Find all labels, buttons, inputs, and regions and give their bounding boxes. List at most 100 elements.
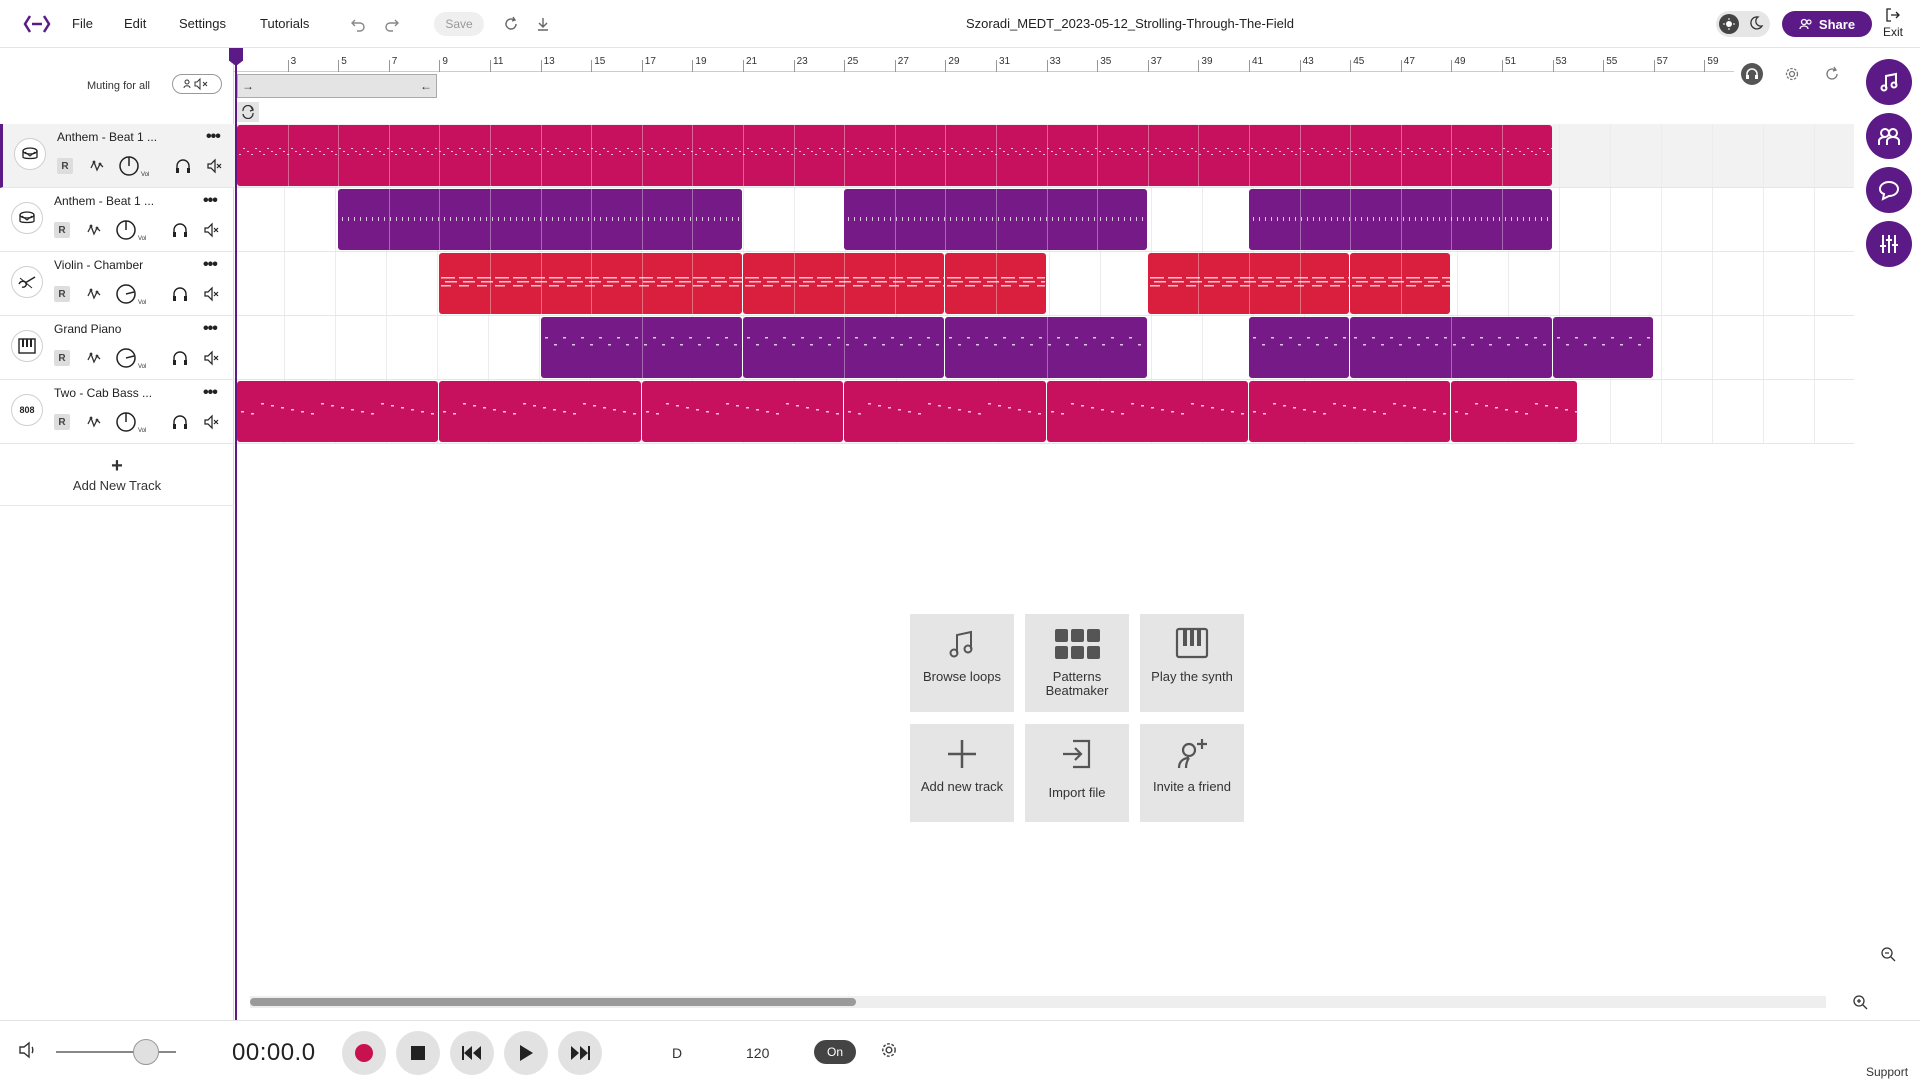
audio-clip[interactable]	[1249, 381, 1451, 442]
undo-icon[interactable]	[347, 13, 369, 35]
track-header[interactable]: 808 Two - Cab Bass ... ••• R Vol	[0, 380, 234, 444]
track-header[interactable]: Violin - Chamber ••• R Vol	[0, 252, 234, 316]
violin-icon[interactable]	[11, 266, 43, 298]
headphones-solo-icon[interactable]	[170, 412, 190, 432]
browse-loops-tile[interactable]: Browse loops	[910, 614, 1014, 712]
track-lane[interactable]	[234, 252, 1854, 316]
drum-icon[interactable]	[11, 202, 43, 234]
more-options-icon[interactable]: •••	[203, 256, 218, 274]
horizontal-scrollbar[interactable]	[250, 996, 1826, 1008]
menu-tutorials[interactable]: Tutorials	[260, 16, 309, 31]
record-arm-button[interactable]: R	[54, 350, 70, 366]
collaborators-button[interactable]	[1866, 113, 1912, 159]
support-link[interactable]: Support	[1866, 1065, 1908, 1079]
audio-clip[interactable]	[945, 317, 1147, 378]
revert-icon[interactable]	[500, 13, 522, 35]
mute-icon[interactable]	[202, 348, 222, 368]
record-arm-button[interactable]: R	[57, 158, 73, 174]
audio-clip[interactable]	[439, 381, 641, 442]
piano-icon[interactable]	[11, 330, 43, 362]
audio-clip[interactable]	[1046, 381, 1248, 442]
mute-icon[interactable]	[205, 156, 225, 176]
add-new-track-tile[interactable]: Add new track	[910, 724, 1014, 822]
scrollbar-thumb[interactable]	[250, 998, 856, 1006]
headphones-solo-icon[interactable]	[170, 284, 190, 304]
audio-clip[interactable]	[1249, 317, 1350, 378]
save-button[interactable]: Save	[434, 12, 484, 36]
audio-clip[interactable]	[1350, 317, 1552, 378]
redo-icon[interactable]	[381, 13, 403, 35]
share-button[interactable]: Share	[1782, 11, 1872, 37]
more-options-icon[interactable]: •••	[203, 320, 218, 338]
playhead[interactable]	[229, 48, 243, 1020]
automation-icon[interactable]	[85, 220, 105, 240]
record-arm-button[interactable]: R	[54, 222, 70, 238]
audio-clip[interactable]	[540, 317, 742, 378]
more-options-icon[interactable]: •••	[206, 128, 221, 146]
zoom-in-icon[interactable]	[1850, 992, 1870, 1012]
refresh-icon[interactable]	[1820, 62, 1844, 86]
audio-clip[interactable]	[1350, 253, 1451, 314]
tempo-field[interactable]: 120	[746, 1045, 769, 1061]
mute-icon[interactable]	[202, 220, 222, 240]
track-header[interactable]: Grand Piano ••• R Vol	[0, 316, 234, 380]
master-volume-knob[interactable]	[133, 1039, 159, 1065]
audio-clip[interactable]	[844, 189, 1147, 250]
record-button[interactable]	[342, 1031, 386, 1075]
sounds-button[interactable]	[1866, 59, 1912, 105]
loop-toggle-button[interactable]	[237, 102, 259, 122]
automation-icon[interactable]	[85, 412, 105, 432]
track-name[interactable]: Violin - Chamber	[54, 258, 164, 272]
headphones-solo-icon[interactable]	[173, 156, 193, 176]
metronome-toggle[interactable]: On	[814, 1040, 856, 1064]
download-icon[interactable]	[532, 13, 554, 35]
fast-forward-button[interactable]	[558, 1031, 602, 1075]
track-name[interactable]: Anthem - Beat 1 ...	[54, 194, 164, 208]
mute-icon[interactable]	[202, 412, 222, 432]
track-name[interactable]: Two - Cab Bass ...	[54, 386, 164, 400]
gear-icon[interactable]	[1780, 62, 1804, 86]
exit-button[interactable]: Exit	[1878, 8, 1908, 39]
speaker-icon[interactable]	[18, 1041, 38, 1064]
menu-file[interactable]: File	[72, 16, 93, 31]
more-options-icon[interactable]: •••	[203, 384, 218, 402]
track-lane[interactable]	[234, 124, 1854, 188]
timeline[interactable]: 3 5 7 9 11 13 15 17 19 21 23 25 27 29 31 33 35 37 39 41 43 45…	[229, 48, 1868, 1020]
play-synth-tile[interactable]: Play the synth	[1140, 614, 1244, 712]
audio-clip[interactable]	[1552, 317, 1653, 378]
mute-icon[interactable]	[202, 284, 222, 304]
menu-edit[interactable]: Edit	[124, 16, 146, 31]
drum-icon[interactable]	[14, 138, 46, 170]
play-button[interactable]	[504, 1031, 548, 1075]
stop-button[interactable]	[396, 1031, 440, 1075]
menu-settings[interactable]: Settings	[179, 16, 226, 31]
add-new-track-button[interactable]: + Add New Track	[0, 444, 234, 506]
audio-clip[interactable]	[743, 253, 945, 314]
bar-ruler[interactable]: 3 5 7 9 11 13 15 17 19 21 23 25 27 29 31 33 35 37 39 41 43 45…	[234, 48, 1734, 72]
audio-clip[interactable]	[1451, 381, 1577, 442]
headphones-solo-icon[interactable]	[170, 220, 190, 240]
audio-clip[interactable]	[237, 125, 1552, 186]
import-file-tile[interactable]: Import file	[1025, 724, 1129, 822]
track-lane[interactable]	[234, 316, 1854, 380]
invite-friend-tile[interactable]: Invite a friend	[1140, 724, 1244, 822]
zoom-out-icon[interactable]	[1878, 944, 1898, 964]
bandlab-logo[interactable]	[22, 12, 52, 36]
record-arm-button[interactable]: R	[54, 414, 70, 430]
mute-all-toggle[interactable]	[172, 74, 222, 94]
audio-clip[interactable]	[1147, 253, 1350, 314]
track-name[interactable]: Grand Piano	[54, 322, 164, 336]
track-lane[interactable]	[234, 380, 1854, 444]
audio-clip[interactable]	[844, 381, 1046, 442]
track-name[interactable]: Anthem - Beat 1 ...	[57, 130, 167, 144]
automation-icon[interactable]	[85, 348, 105, 368]
audio-clip[interactable]	[338, 189, 742, 250]
headphones-solo-icon[interactable]	[170, 348, 190, 368]
loop-region[interactable]: → ←	[237, 74, 437, 98]
key-selector[interactable]: D	[672, 1045, 682, 1061]
808-icon[interactable]: 808	[11, 394, 43, 426]
headphones-monitor-icon[interactable]	[1740, 62, 1764, 86]
mixer-button[interactable]	[1866, 221, 1912, 267]
project-title[interactable]: Szoradi_MEDT_2023-05-12_Strolling-Throug…	[860, 16, 1400, 31]
patterns-beatmaker-tile[interactable]: Patterns Beatmaker	[1025, 614, 1129, 712]
